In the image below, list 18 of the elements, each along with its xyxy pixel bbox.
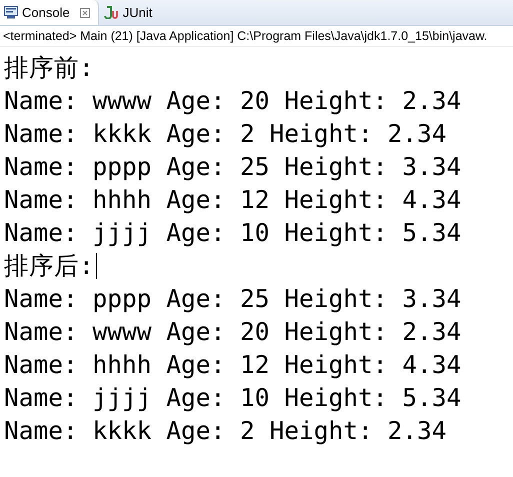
console-line: Name: hhhh Age: 12 Height: 4.34 — [4, 184, 462, 216]
console-line: Name: pppp Age: 25 Height: 3.34 — [4, 283, 462, 315]
tab[interactable]: JUnit — [98, 0, 160, 25]
console-line: Name: pppp Age: 25 Height: 3.34 — [4, 151, 462, 183]
console-line: Name: hhhh Age: 12 Height: 4.34 — [4, 349, 462, 381]
tab[interactable]: Console — [0, 0, 99, 25]
console-line: Name: wwww Age: 20 Height: 2.34 — [4, 85, 462, 117]
junit-icon — [102, 6, 119, 19]
console-line: 排序后: — [4, 250, 94, 282]
console-line: 排序前: — [4, 52, 94, 84]
console-icon — [4, 6, 18, 19]
console-line: Name: jjjj Age: 10 Height: 5.34 — [4, 382, 462, 414]
console-line: Name: kkkk Age: 2 Height: 2.34 — [4, 415, 447, 447]
close-icon[interactable] — [80, 8, 90, 18]
process-status: <terminated> Main (21) [Java Application] C:\Program Files\Java\jdk1.7.0_15\bin\javaw. — [0, 26, 513, 47]
console-line: Name: jjjj Age: 10 Height: 5.34 — [4, 217, 462, 249]
console-line: Name: kkkk Age: 2 Height: 2.34 — [4, 118, 447, 150]
console-line: Name: wwww Age: 20 Height: 2.34 — [4, 316, 462, 348]
